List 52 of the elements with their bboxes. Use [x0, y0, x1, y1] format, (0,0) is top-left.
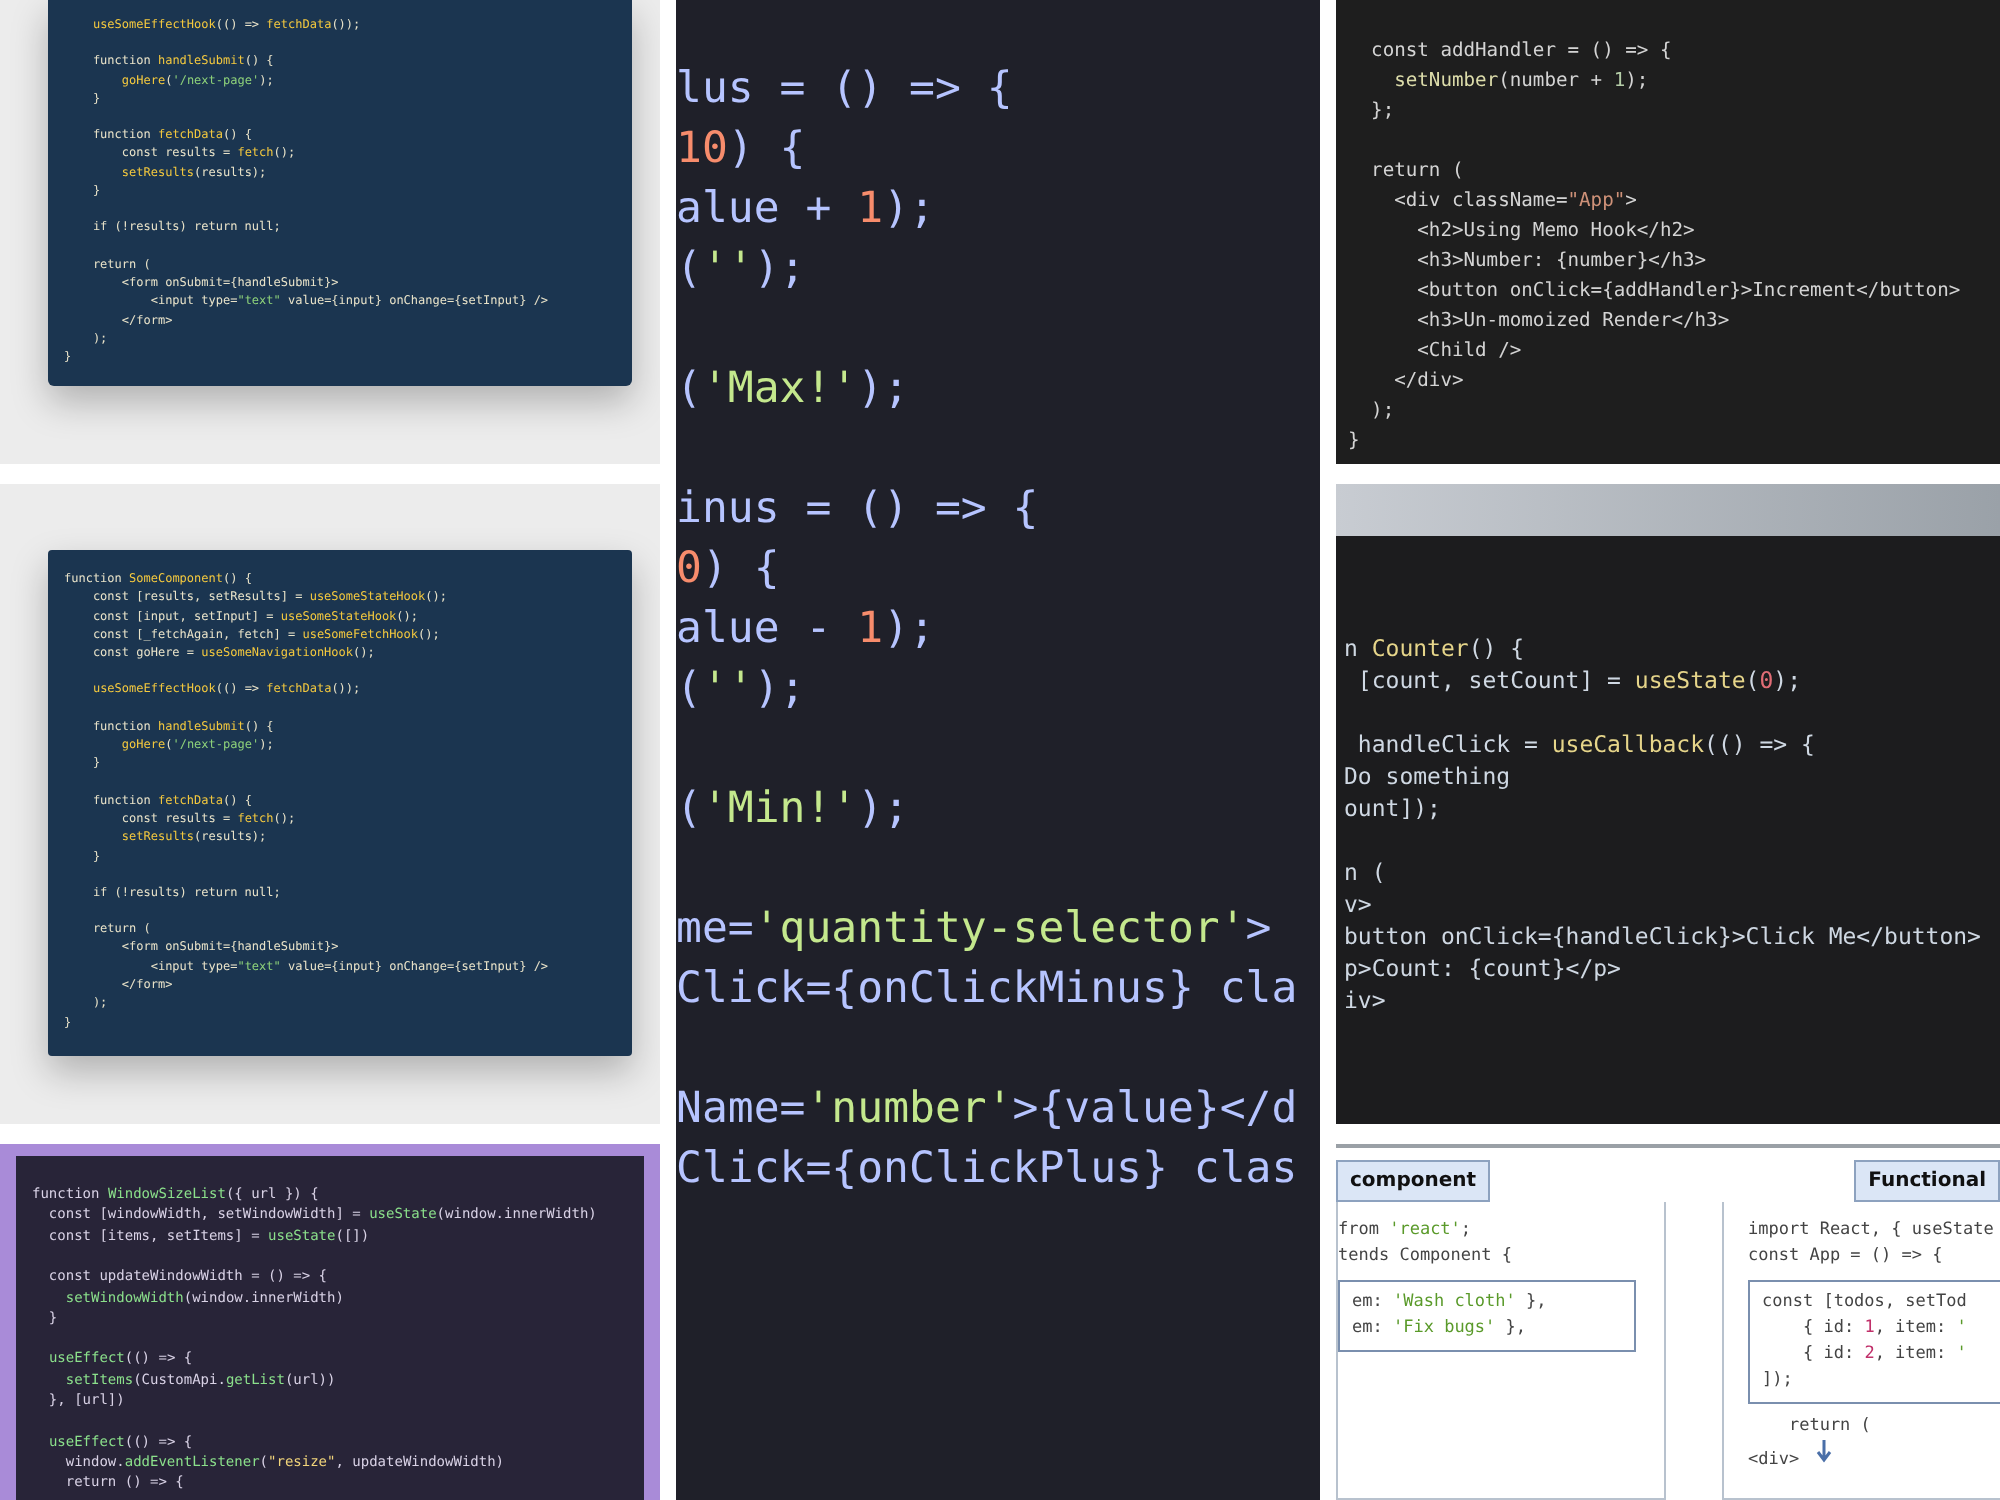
code-line: ('');: [676, 662, 808, 718]
code-line: ount]);: [1344, 792, 1443, 824]
code-line: p>Count: {count}</p>: [1344, 952, 1623, 984]
code-line: Click={onClickPlus} clas: [676, 1142, 1300, 1198]
code-line: button onClick={handleClick}>Click Me</button>: [1344, 920, 1983, 952]
code-line: lus = () => {: [676, 62, 1015, 118]
code-line: Name='number'>{value}</d: [676, 1082, 1300, 1138]
code-line: const addHandler = () => {: [1369, 38, 1674, 66]
code-line: n Counter() {: [1344, 632, 1527, 664]
panel-header: component: [1336, 1160, 1491, 1202]
code-line: { id: 2, item: ': [1800, 1342, 1969, 1368]
code-line: me='quantity-selector'>: [676, 902, 1274, 958]
code-line: };: [1369, 98, 1397, 126]
code-line: import React, { useState: [1748, 1218, 1996, 1244]
code-line: <div className="App">: [1392, 188, 1639, 216]
code-line: n (: [1344, 856, 1388, 888]
code-line: <h2>Using Memo Hook</h2>: [1415, 218, 1697, 246]
panel-header: Functional: [1854, 1160, 2000, 1202]
code-line: </div>: [1392, 368, 1466, 396]
code-line: setNumber(number + 1);: [1392, 68, 1651, 96]
code-line: return (: [1369, 158, 1466, 186]
code-line: <button onClick={addHandler}>Increment</button>: [1415, 278, 1963, 306]
code-line: 0) {: [676, 542, 782, 598]
code-line: <div>: [1748, 1440, 2000, 1474]
code-line: ('Min!');: [676, 782, 912, 838]
code-line: handleClick = useCallback(() => {: [1355, 728, 1817, 760]
code-line: em: 'Fix bugs' },: [1352, 1316, 1529, 1342]
code-line: ('Max!');: [676, 362, 912, 418]
code-line: [count, setCount] = useState(0);: [1355, 664, 1804, 696]
code-line: alue - 1);: [676, 602, 937, 658]
code-line: <h3>Number: {number}</h3>: [1415, 248, 1709, 276]
code-line: tends Component {: [1338, 1244, 1514, 1270]
code-line: <Child />: [1415, 338, 1524, 366]
code-line: 10) {: [676, 122, 808, 178]
code-line: <h3>Un-momoized Render</h3>: [1415, 308, 1732, 336]
code-line: inus = () => {: [676, 482, 1041, 538]
code-line: }: [1348, 428, 1362, 456]
code-line: alue + 1);: [676, 182, 937, 238]
code-line: iv>: [1344, 984, 1388, 1016]
code-line: );: [1369, 398, 1397, 426]
code-line: Do something: [1344, 760, 1513, 792]
code-line: const App = () => {: [1748, 1244, 1945, 1270]
code-line: v>: [1344, 888, 1374, 920]
code-line: return (: [1786, 1414, 1873, 1440]
code-line: Click={onClickMinus} cla: [676, 962, 1300, 1018]
code-line: const [todos, setTod: [1762, 1290, 1969, 1316]
code-line: { id: 1, item: ': [1800, 1316, 1969, 1342]
arrow-down-icon: [1815, 1440, 1832, 1464]
code-line: ]);: [1762, 1368, 1795, 1394]
code-line: ('');: [676, 242, 808, 298]
code-line: from 'react';: [1338, 1218, 1474, 1244]
code-line: em: 'Wash cloth' },: [1352, 1290, 1549, 1316]
